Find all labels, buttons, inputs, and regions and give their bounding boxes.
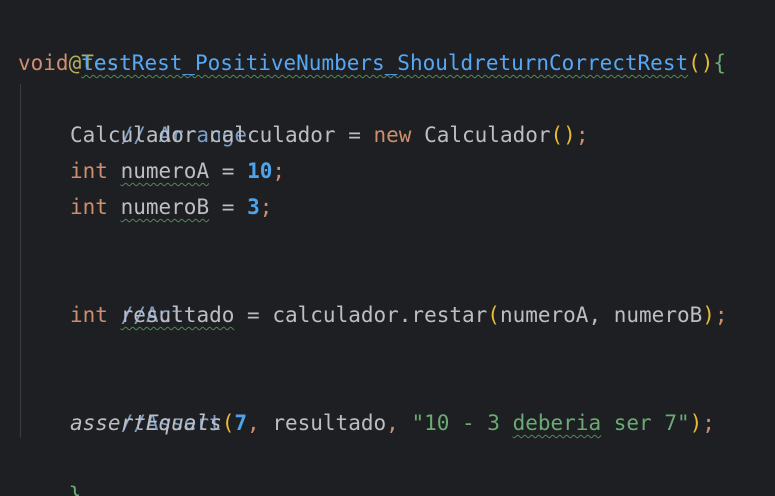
message-string-typo: deberia <box>512 411 602 435</box>
semicolon: ; <box>272 159 286 183</box>
code-line-signature[interactable]: void testRest_PositiveNumbers_Shouldretu… <box>18 45 726 81</box>
int-keyword: int <box>70 159 108 183</box>
code-line-comment-act[interactable]: //Act <box>70 261 184 327</box>
semicolon: ; <box>259 195 273 219</box>
open-paren: ( <box>487 303 500 327</box>
arg-resultado: resultado <box>272 411 387 435</box>
code-line-close-brace[interactable]: } <box>18 441 82 496</box>
code-editor[interactable]: @Test void testRest_PositiveNumbers_Shou… <box>0 0 775 496</box>
semicolon: ; <box>714 303 728 327</box>
method-parens: () <box>688 51 714 75</box>
var-calculador: calculador <box>209 123 336 147</box>
close-paren: ) <box>689 411 703 435</box>
open-brace: { <box>713 51 727 75</box>
code-line-calculador[interactable]: Calculador calculador = new Calculador()… <box>70 117 588 153</box>
var-numeroB: numeroB <box>120 195 210 219</box>
code-line-comment-assert[interactable]: //Assert <box>70 369 222 435</box>
semicolon: ; <box>575 123 589 147</box>
close-paren: ) <box>702 303 715 327</box>
int-keyword: int <box>70 195 108 219</box>
message-string-part1: "10 - 3 <box>411 411 513 435</box>
method-call-restar: calculador.restar <box>272 303 488 327</box>
assign-operator: = <box>221 159 235 183</box>
constructor-name: Calculador <box>424 123 551 147</box>
message-string-part2: ser 7" <box>601 411 690 435</box>
assign-operator: = <box>348 123 361 147</box>
open-paren: ( <box>221 411 235 435</box>
code-line-numeroB[interactable]: int numeroB = 3; <box>70 189 272 225</box>
void-keyword: void <box>18 51 69 75</box>
literal-10: 10 <box>247 159 273 183</box>
semicolon: ; <box>702 411 715 435</box>
comma: , <box>386 411 399 435</box>
code-line-numeroA[interactable]: int numeroA = 10; <box>70 153 285 189</box>
code-line-comment-arrange[interactable]: // Arrange <box>70 81 247 147</box>
method-name: testRest_PositiveNumbers_ShouldreturnCor… <box>81 51 689 75</box>
assign-operator: = <box>221 195 235 219</box>
assign-operator: = <box>247 303 260 327</box>
assert-equals-call: assertEquals <box>70 411 222 435</box>
code-line-assert[interactable]: assertEquals(7, resultado, "10 - 3 deber… <box>70 405 715 441</box>
new-keyword: new <box>373 123 412 147</box>
comma: , <box>247 411 260 435</box>
code-line-annotation[interactable]: @Test <box>18 9 132 75</box>
var-resultado: resultado <box>120 303 235 327</box>
close-brace: } <box>68 483 82 496</box>
literal-3: 3 <box>247 195 260 219</box>
int-keyword: int <box>70 303 108 327</box>
type-calculador: Calculador <box>70 123 197 147</box>
indent-guide <box>20 84 21 438</box>
var-numeroA: numeroA <box>120 159 210 183</box>
literal-7: 7 <box>234 411 248 435</box>
constructor-parens: () <box>550 123 576 147</box>
call-arguments: numeroA, numeroB <box>499 303 703 327</box>
code-line-resultado[interactable]: int resultado = calculador.restar(numero… <box>70 297 728 333</box>
